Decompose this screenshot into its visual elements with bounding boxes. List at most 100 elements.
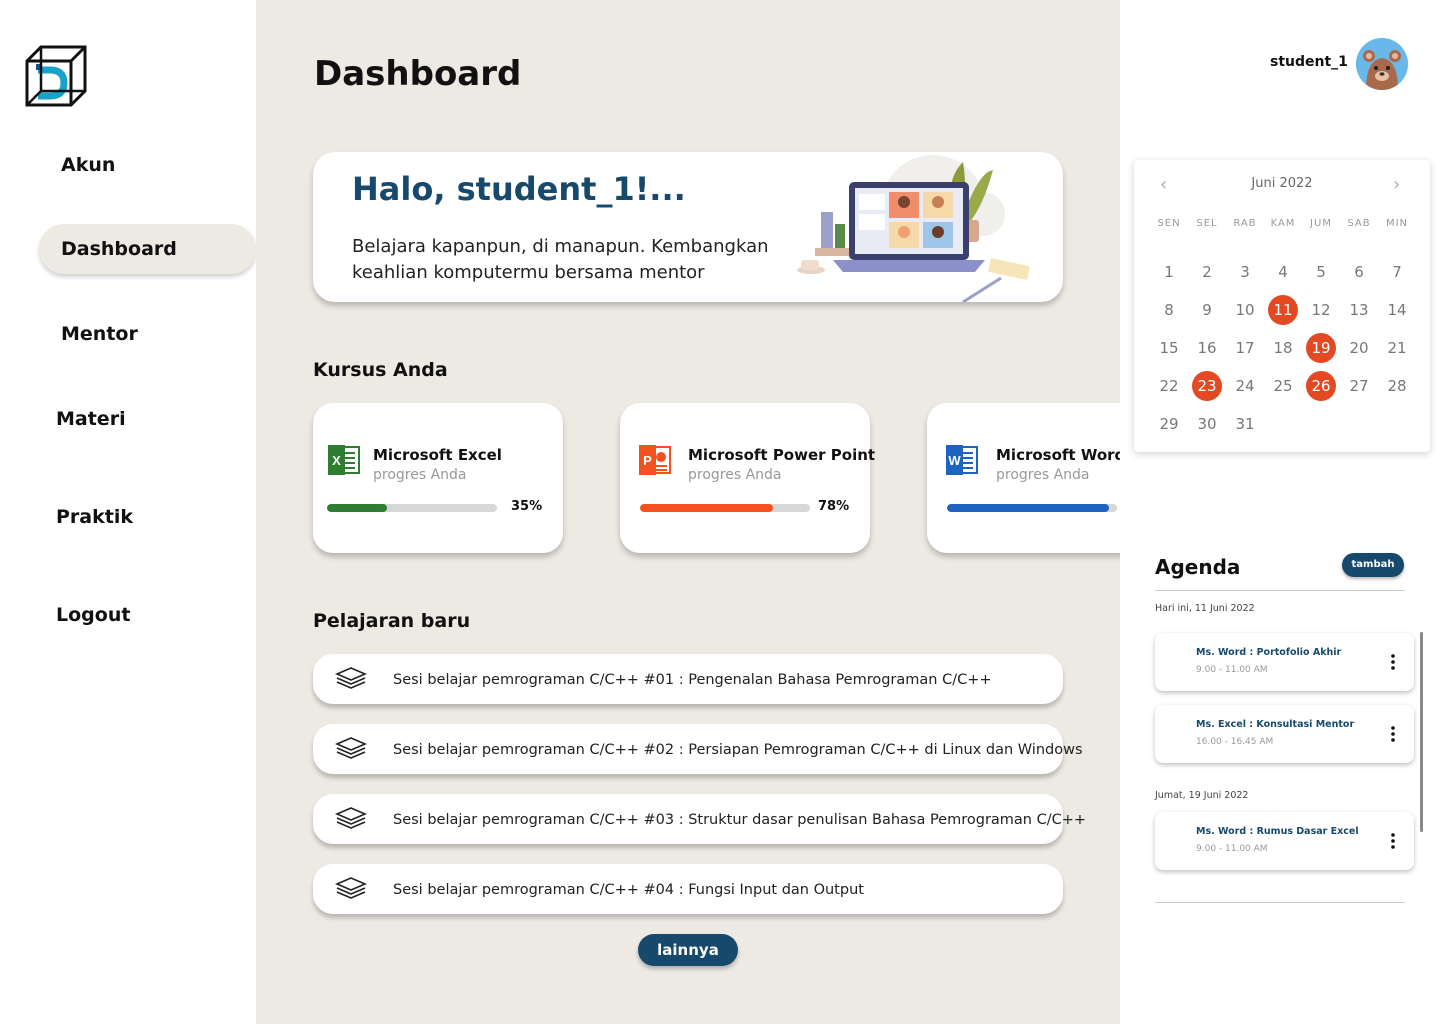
course-card-powerpoint[interactable]: P Microsoft Power Point progres Anda 78% xyxy=(620,403,875,553)
calendar-day[interactable]: 29 xyxy=(1154,409,1184,439)
bear-avatar-icon xyxy=(1356,38,1408,90)
calendar-day[interactable]: 22 xyxy=(1154,371,1184,401)
nav-dashboard[interactable]: Dashboard xyxy=(61,238,177,260)
nav-mentor[interactable]: Mentor xyxy=(61,323,138,345)
hero-banner: Halo, student_1!... Belajara kapanpun, d… xyxy=(313,152,1063,302)
nav-praktik[interactable]: Praktik xyxy=(56,506,133,528)
agenda-item-time: 16.00 - 16.45 AM xyxy=(1196,737,1274,747)
calendar-day[interactable]: 11 xyxy=(1268,295,1298,325)
calendar-day[interactable]: 13 xyxy=(1344,295,1374,325)
username: student_1 xyxy=(1270,54,1348,70)
progress-percent: 35% xyxy=(511,499,543,514)
course-card-word[interactable]: W Microsoft Word progres Anda xyxy=(927,403,1120,553)
calendar-day[interactable]: 17 xyxy=(1230,333,1260,363)
calendar-weekday: MIN xyxy=(1385,218,1409,229)
lesson-item[interactable]: Sesi belajar pemrograman C/C++ #03 : Str… xyxy=(313,794,1086,844)
calendar-day[interactable]: 2 xyxy=(1192,257,1222,287)
progress-fill xyxy=(947,504,1109,512)
nav-logout[interactable]: Logout xyxy=(56,604,130,626)
agenda-item[interactable]: Ms. Excel : Konsultasi Mentor 16.00 - 16… xyxy=(1155,705,1414,763)
calendar-day[interactable]: 7 xyxy=(1382,257,1412,287)
agenda-divider xyxy=(1155,590,1405,591)
powerpoint-icon: P xyxy=(639,445,671,475)
calendar-day[interactable]: 3 xyxy=(1230,257,1260,287)
agenda-item[interactable]: Ms. Word : Portofolio Akhir 9.00 - 11.00… xyxy=(1155,633,1414,691)
calendar-day[interactable]: 27 xyxy=(1344,371,1374,401)
calendar-day[interactable]: 16 xyxy=(1192,333,1222,363)
lesson-item[interactable]: Sesi belajar pemrograman C/C++ #04 : Fun… xyxy=(313,864,1063,914)
course-name: Microsoft Excel xyxy=(373,446,502,464)
calendar-day[interactable]: 5 xyxy=(1306,257,1336,287)
more-vertical-icon[interactable] xyxy=(1389,653,1397,671)
calendar-day[interactable]: 14 xyxy=(1382,295,1412,325)
calendar-day[interactable]: 25 xyxy=(1268,371,1298,401)
page-title: Dashboard xyxy=(314,54,522,94)
calendar-day[interactable]: 19 xyxy=(1306,333,1336,363)
calendar-day[interactable]: 28 xyxy=(1382,371,1412,401)
calendar-day[interactable]: 20 xyxy=(1344,333,1374,363)
layers-icon xyxy=(335,737,367,759)
more-vertical-icon[interactable] xyxy=(1389,725,1397,743)
agenda-divider xyxy=(1155,902,1405,903)
excel-icon: X xyxy=(328,445,360,475)
more-vertical-icon[interactable] xyxy=(1389,832,1397,850)
calendar-weekday: JUM xyxy=(1310,218,1332,229)
calendar-day[interactable]: 10 xyxy=(1230,295,1260,325)
sidebar: Akun Dashboard Mentor Materi Praktik Log… xyxy=(0,0,256,1024)
lesson-item[interactable]: Sesi belajar pemrograman C/C++ #02 : Per… xyxy=(313,724,1083,774)
agenda-item[interactable]: Ms. Word : Rumus Dasar Excel 9.00 - 11.0… xyxy=(1155,812,1414,870)
calendar: ‹ Juni 2022 › SEN SEL RAB KAM JUM SAB MIN 1234… xyxy=(1134,160,1430,452)
calendar-day[interactable]: 26 xyxy=(1306,371,1336,401)
lesson-title: Sesi belajar pemrograman C/C++ #02 : Per… xyxy=(393,742,1083,758)
svg-text:X: X xyxy=(332,453,341,468)
agenda-item-title: Ms. Word : Rumus Dasar Excel xyxy=(1196,826,1359,837)
calendar-day[interactable]: 12 xyxy=(1306,295,1336,325)
course-name: Microsoft Power Point xyxy=(688,446,876,464)
progress-bar xyxy=(947,504,1117,512)
calendar-day[interactable]: 6 xyxy=(1344,257,1374,287)
calendar-day[interactable]: 15 xyxy=(1154,333,1184,363)
avatar[interactable] xyxy=(1356,38,1408,90)
main-content: Dashboard Halo, student_1!... Belajara k… xyxy=(256,0,1120,1024)
lesson-title: Sesi belajar pemrograman C/C++ #01 : Pen… xyxy=(393,672,992,688)
agenda-title: Agenda xyxy=(1155,555,1241,579)
calendar-day[interactable]: 9 xyxy=(1192,295,1222,325)
calendar-day[interactable]: 4 xyxy=(1268,257,1298,287)
lesson-item[interactable]: Sesi belajar pemrograman C/C++ #01 : Pen… xyxy=(313,654,1063,704)
nav-materi[interactable]: Materi xyxy=(56,408,126,430)
calendar-day[interactable]: 23 xyxy=(1192,371,1222,401)
agenda-item-time: 9.00 - 11.00 AM xyxy=(1196,665,1268,675)
calendar-day[interactable]: 21 xyxy=(1382,333,1412,363)
agenda-date: Hari ini, 11 Juni 2022 xyxy=(1155,603,1255,614)
agenda-add-button[interactable]: tambah xyxy=(1342,553,1404,577)
calendar-weekday: RAB xyxy=(1233,218,1257,229)
calendar-day[interactable]: 18 xyxy=(1268,333,1298,363)
progress-fill xyxy=(327,504,387,512)
course-subtitle: progres Anda xyxy=(688,467,782,483)
hero-greeting: Halo, student_1!... xyxy=(352,170,686,208)
nav-akun[interactable]: Akun xyxy=(61,154,115,176)
calendar-day[interactable]: 30 xyxy=(1192,409,1222,439)
agenda-item-title: Ms. Word : Portofolio Akhir xyxy=(1196,647,1342,658)
more-lessons-button[interactable]: lainnya xyxy=(638,934,738,966)
course-subtitle: progres Anda xyxy=(373,467,467,483)
calendar-weekday: KAM xyxy=(1270,218,1296,229)
agenda-scrollbar[interactable] xyxy=(1420,632,1423,832)
layers-icon xyxy=(335,667,367,689)
layers-icon xyxy=(335,807,367,829)
progress-percent: 78% xyxy=(818,499,850,514)
calendar-next-icon[interactable]: › xyxy=(1393,174,1400,195)
courses-title: Kursus Anda xyxy=(313,359,448,381)
svg-text:P: P xyxy=(643,453,652,468)
calendar-day[interactable]: 1 xyxy=(1154,257,1184,287)
calendar-day[interactable]: 31 xyxy=(1230,409,1260,439)
calendar-day[interactable]: 8 xyxy=(1154,295,1184,325)
course-subtitle: progres Anda xyxy=(996,467,1090,483)
lesson-title: Sesi belajar pemrograman C/C++ #04 : Fun… xyxy=(393,882,864,898)
progress-bar xyxy=(640,504,810,512)
hero-text: Belajara kapanpun, di manapun. Kembangka… xyxy=(352,236,769,283)
calendar-day[interactable]: 24 xyxy=(1230,371,1260,401)
laptop-illustration-icon xyxy=(797,155,1030,302)
course-card-excel[interactable]: X Microsoft Excel progres Anda 35% xyxy=(313,403,563,553)
calendar-month: Juni 2022 xyxy=(1251,176,1313,191)
